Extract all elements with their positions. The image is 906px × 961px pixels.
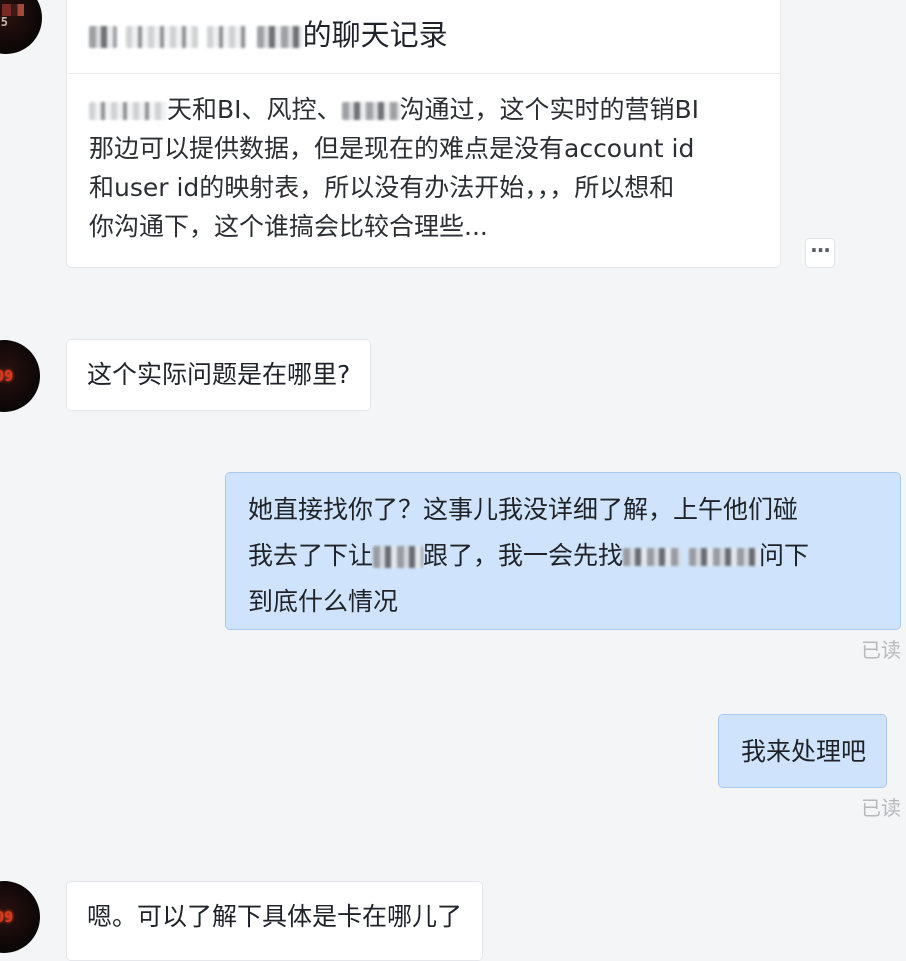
message-text-part: 问下	[758, 541, 809, 570]
message-text-part: 跟了，我一会先找	[423, 541, 624, 570]
avatar-label: 5	[0, 14, 8, 29]
card-preview: 天和BI、风控、 沟通过，这个实时的营销BI 那边可以提供数据，但是现在的难点是没…	[67, 74, 780, 246]
forwarded-chat-record-card[interactable]: 的聊天记录 天和BI、风控、 沟通过，这个实时的营销BI 那边可以提供数据，但是现…	[66, 0, 781, 268]
message-text-part: 我去了下让	[248, 541, 374, 570]
incoming-message-bubble[interactable]: 嗯。可以了解下具体是卡在哪儿了	[66, 881, 484, 961]
avatar-label: 30209	[0, 367, 14, 385]
read-status: 已读	[861, 638, 901, 662]
redacted-name	[207, 26, 248, 48]
message-text: 我来处理吧	[741, 737, 867, 766]
contact-avatar[interactable]: 30209	[0, 881, 40, 953]
contact-avatar[interactable]: 30209	[0, 340, 40, 412]
redacted-name	[373, 546, 424, 568]
message-text: 她直接找你了？这事儿我没详细了解，上午他们碰	[248, 495, 799, 524]
more-options-button[interactable]: ···	[805, 238, 835, 268]
read-status: 已读	[861, 796, 901, 820]
message-text: 到底什么情况	[248, 587, 399, 616]
card-title: 的聊天记录	[89, 15, 448, 55]
card-preview-text: 沟通过，这个实时的营销BI	[399, 95, 700, 124]
card-preview-line: 和user id的映射表，所以没有办法开始，，，所以想和	[89, 173, 675, 202]
outgoing-message-bubble[interactable]: 她直接找你了？这事儿我没详细了解，上午他们碰 我去了下让 跟了，我一会先找 问下 …	[225, 472, 901, 630]
redacted-name	[89, 102, 167, 120]
message-text: 嗯。可以了解下具体是卡在哪儿了	[87, 902, 463, 931]
contact-avatar[interactable]: 5	[0, 0, 42, 54]
card-title-text: 的聊天记录	[302, 18, 448, 52]
redacted-name	[256, 26, 303, 48]
outgoing-message-bubble[interactable]: 我来处理吧	[718, 714, 888, 788]
card-preview-line: 天和BI、风控、 沟通过，这个实时的营销BI	[89, 90, 758, 129]
redacted-name	[126, 26, 199, 48]
redacted-name	[89, 26, 117, 48]
redacted-name	[688, 548, 759, 566]
card-preview-line: 那边可以提供数据，但是现在的难点是没有account id	[89, 134, 695, 163]
redacted-name	[623, 548, 682, 566]
redacted-name	[341, 102, 400, 120]
incoming-message-bubble[interactable]: 这个实际问题是在哪里?	[66, 339, 372, 411]
message-text: 这个实际问题是在哪里?	[87, 360, 351, 389]
message-text: 我去了下让 跟了，我一会先找 问下	[248, 533, 880, 579]
card-preview-text: 天和BI、风控、	[167, 95, 342, 124]
card-preview-line: 你沟通下，这个谁搞会比较合理些...	[89, 212, 488, 241]
avatar-label: 30209	[0, 908, 14, 926]
card-header: 的聊天记录	[67, 0, 780, 74]
